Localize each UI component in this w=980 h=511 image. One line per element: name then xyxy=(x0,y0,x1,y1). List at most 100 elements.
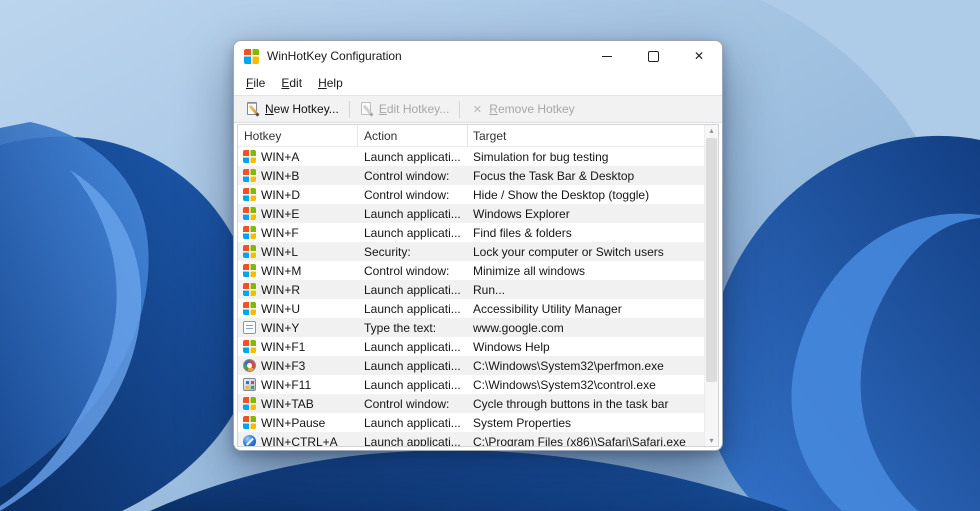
hotkey-row[interactable]: WIN+E Launch applicati... Windows Explor… xyxy=(238,204,705,223)
toolbar-separator xyxy=(459,100,461,118)
hotkey-row[interactable]: WIN+CTRL+A Launch applicati... C:\Progra… xyxy=(238,432,705,446)
hotkey-label: WIN+F3 xyxy=(261,358,306,373)
hotkey-label: WIN+Y xyxy=(261,320,300,335)
scrollbar-thumb[interactable] xyxy=(706,138,717,382)
windows-flag-icon xyxy=(243,302,256,315)
hotkey-label: WIN+F1 xyxy=(261,339,306,354)
close-icon xyxy=(694,50,704,62)
hotkey-row[interactable]: WIN+B Control window: Focus the Task Bar… xyxy=(238,166,705,185)
action-label: Launch applicati... xyxy=(364,225,461,240)
target-label: Minimize all windows xyxy=(473,263,586,278)
perfmon-icon xyxy=(243,359,256,372)
new-hotkey-icon xyxy=(246,102,260,116)
target-label: System Properties xyxy=(473,415,572,430)
target-label: Find files & folders xyxy=(473,225,572,240)
hotkey-label: WIN+D xyxy=(261,187,300,202)
maximize-button[interactable] xyxy=(630,41,676,71)
windows-flag-icon xyxy=(243,207,256,220)
edit-hotkey-button[interactable]: Edit Hotkey... xyxy=(351,96,458,122)
menu-help[interactable]: Help xyxy=(310,73,351,93)
hotkey-label: WIN+A xyxy=(261,149,300,164)
target-label: www.google.com xyxy=(473,320,564,335)
minimize-icon xyxy=(602,55,612,57)
windows-flag-icon xyxy=(243,416,256,429)
windows-flag-icon xyxy=(243,188,256,201)
edit-hotkey-icon xyxy=(360,102,374,116)
menu-edit[interactable]: Edit xyxy=(273,73,310,93)
hotkey-row[interactable]: WIN+F1 Launch applicati... Windows Help xyxy=(238,337,705,356)
action-label: Launch applicati... xyxy=(364,377,461,392)
action-label: Control window: xyxy=(364,396,450,411)
windows-flag-icon xyxy=(243,283,256,296)
minimize-button[interactable] xyxy=(584,41,630,71)
hotkey-rows: WIN+A Launch applicati... Simulation for… xyxy=(238,147,705,446)
target-label: Hide / Show the Desktop (toggle) xyxy=(473,187,650,202)
safari-icon xyxy=(243,435,256,446)
action-label: Control window: xyxy=(364,187,450,202)
column-header-action[interactable]: Action xyxy=(358,125,468,146)
windows-flag-icon xyxy=(243,150,256,163)
hotkey-row[interactable]: WIN+Pause Launch applicati... System Pro… xyxy=(238,413,705,432)
hotkey-label: WIN+CTRL+A xyxy=(261,434,338,447)
target-label: C:\Windows\System32\control.exe xyxy=(473,377,656,392)
hotkey-label: WIN+E xyxy=(261,206,300,221)
hotkey-row[interactable]: WIN+D Control window: Hide / Show the De… xyxy=(238,185,705,204)
action-label: Launch applicati... xyxy=(364,358,461,373)
column-header-target[interactable]: Target xyxy=(468,125,705,146)
toolbar-separator xyxy=(348,100,350,118)
action-label: Launch applicati... xyxy=(364,339,461,354)
desktop: WinHotKey Configuration File Edit Help xyxy=(0,0,980,511)
maximize-icon xyxy=(647,50,659,62)
hotkey-label: WIN+M xyxy=(261,263,302,278)
text-icon xyxy=(243,321,256,334)
winhotkey-app-icon xyxy=(244,48,259,64)
menubar: File Edit Help xyxy=(234,71,722,95)
menu-file[interactable]: File xyxy=(238,73,273,93)
hotkey-row[interactable]: WIN+U Launch applicati... Accessibility … xyxy=(238,299,705,318)
hotkey-row[interactable]: WIN+M Control window: Minimize all windo… xyxy=(238,261,705,280)
target-label: Windows Help xyxy=(473,339,550,354)
target-label: Run... xyxy=(473,282,506,297)
hotkey-label: WIN+R xyxy=(261,282,300,297)
windows-flag-icon xyxy=(243,169,256,182)
hotkey-row[interactable]: WIN+F Launch applicati... Find files & f… xyxy=(238,223,705,242)
hotkey-row[interactable]: WIN+F11 Launch applicati... C:\Windows\S… xyxy=(238,375,705,394)
hotkey-row[interactable]: WIN+A Launch applicati... Simulation for… xyxy=(238,147,705,166)
hotkey-listview: Hotkey Action Target WIN+A Launch applic… xyxy=(237,124,719,447)
hotkey-row[interactable]: WIN+TAB Control window: Cycle through bu… xyxy=(238,394,705,413)
new-hotkey-label: New Hotkey... xyxy=(265,102,339,116)
control-panel-icon xyxy=(243,378,256,391)
windows-flag-icon xyxy=(243,264,256,277)
new-hotkey-button[interactable]: New Hotkey... xyxy=(237,96,348,122)
column-header-hotkey[interactable]: Hotkey xyxy=(238,125,358,146)
hotkey-label: WIN+F11 xyxy=(261,377,312,392)
target-label: C:\Windows\System32\perfmon.exe xyxy=(473,358,664,373)
vertical-scrollbar[interactable] xyxy=(704,125,718,446)
action-label: Security: xyxy=(364,244,411,259)
windows-flag-icon xyxy=(243,226,256,239)
remove-hotkey-label: Remove Hotkey xyxy=(489,102,575,116)
hotkey-row[interactable]: WIN+F3 Launch applicati... C:\Windows\Sy… xyxy=(238,356,705,375)
hotkey-label: WIN+L xyxy=(261,244,299,259)
target-label: Lock your computer or Switch users xyxy=(473,244,664,259)
action-label: Launch applicati... xyxy=(364,415,461,430)
action-label: Launch applicati... xyxy=(364,206,461,221)
hotkey-row[interactable]: WIN+R Launch applicati... Run... xyxy=(238,280,705,299)
windows-flag-icon xyxy=(243,245,256,258)
action-label: Control window: xyxy=(364,168,450,183)
target-label: Accessibility Utility Manager xyxy=(473,301,622,316)
close-button[interactable] xyxy=(676,41,722,71)
target-label: Windows Explorer xyxy=(473,206,570,221)
titlebar[interactable]: WinHotKey Configuration xyxy=(234,41,722,71)
winhotkey-window: WinHotKey Configuration File Edit Help xyxy=(233,40,723,451)
remove-hotkey-button[interactable]: Remove Hotkey xyxy=(461,96,583,122)
hotkey-row[interactable]: WIN+L Security: Lock your computer or Sw… xyxy=(238,242,705,261)
target-label: C:\Program Files (x86)\Safari\Safari.exe xyxy=(473,434,686,447)
hotkey-row[interactable]: WIN+Y Type the text: www.google.com xyxy=(238,318,705,337)
toolbar: New Hotkey... Edit Hotkey... Remove Hotk… xyxy=(234,95,722,123)
hotkey-label: WIN+Pause xyxy=(261,415,326,430)
action-label: Type the text: xyxy=(364,320,437,335)
hotkey-label: WIN+F xyxy=(261,225,299,240)
action-label: Launch applicati... xyxy=(364,282,461,297)
action-label: Launch applicati... xyxy=(364,301,461,316)
